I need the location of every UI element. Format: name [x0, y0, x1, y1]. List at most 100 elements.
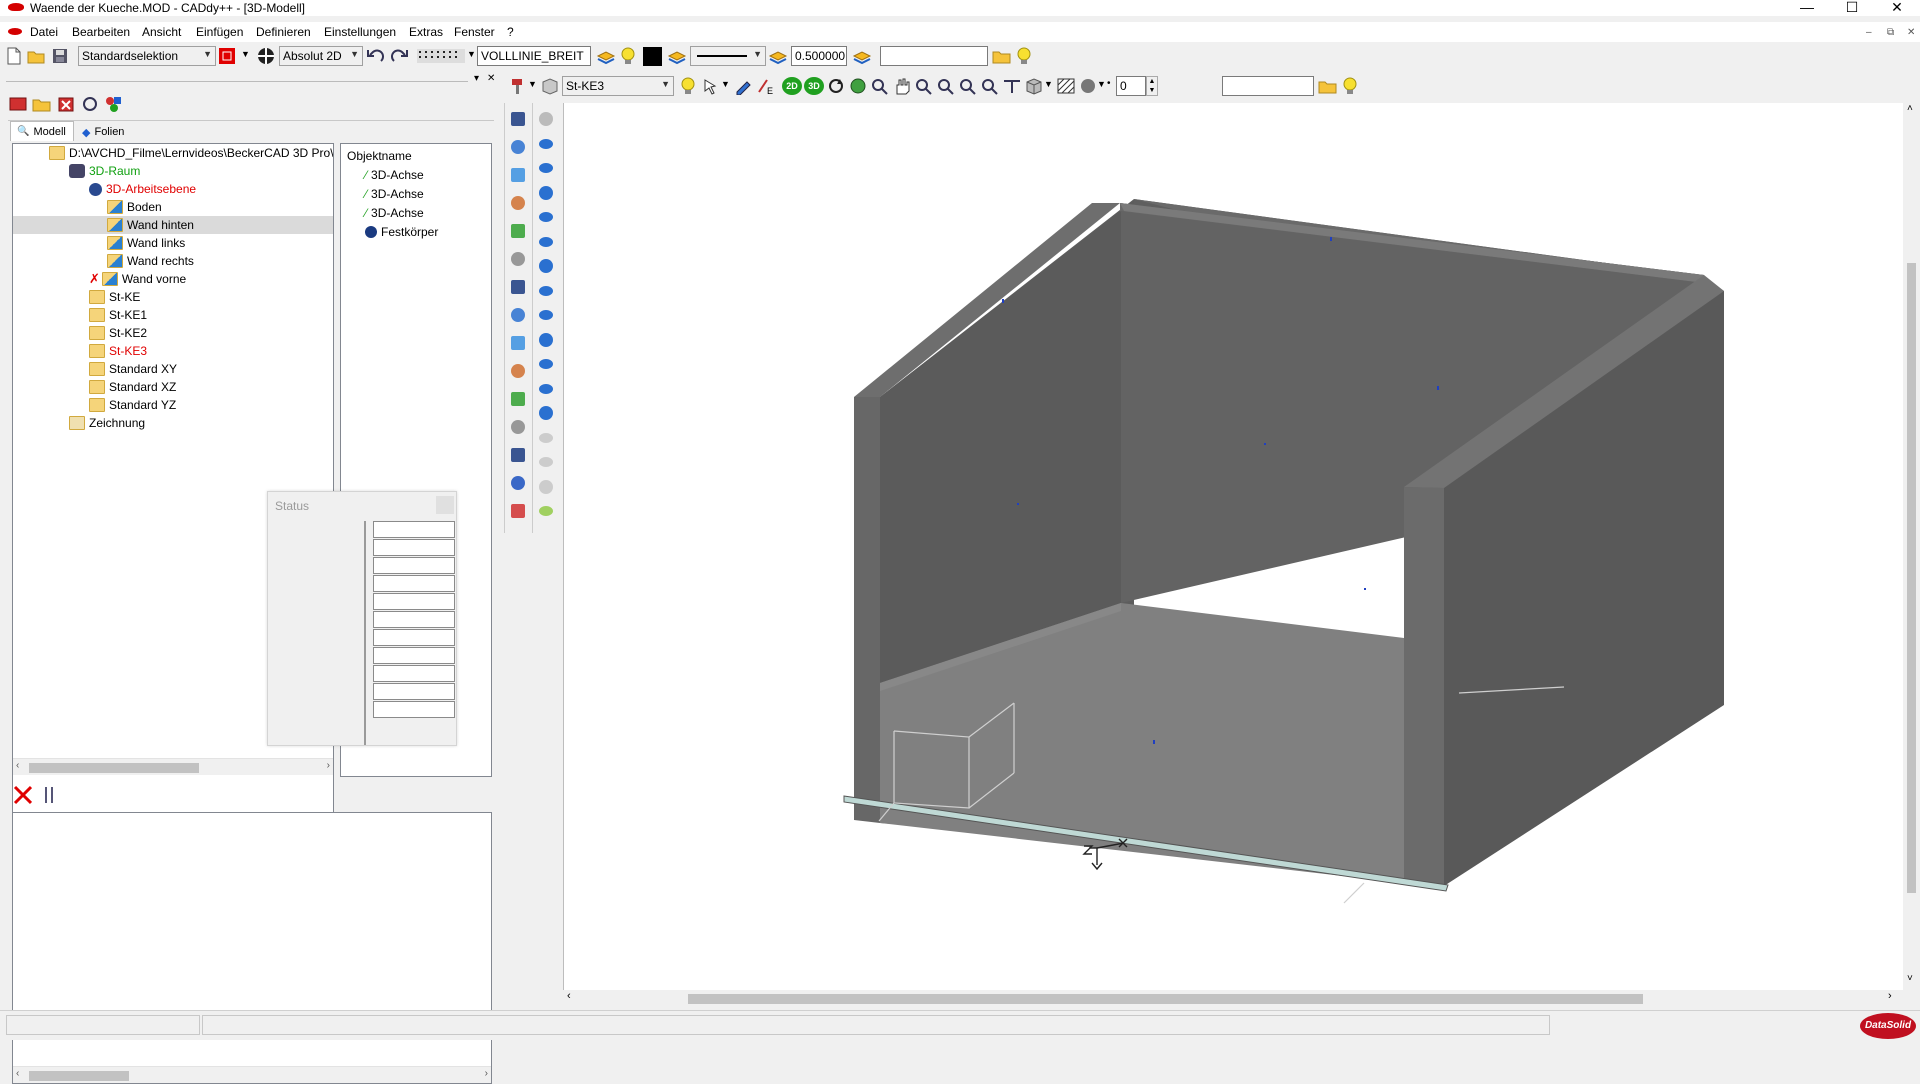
zoom-button[interactable] [914, 76, 934, 96]
viewport-vscrollbar[interactable]: ˄ ˅ [1903, 103, 1920, 990]
view-folder-button[interactable] [1318, 76, 1338, 96]
sweep-solid-button[interactable] [536, 379, 556, 399]
panel-tool-2[interactable] [32, 94, 52, 114]
grid-button[interactable] [416, 46, 468, 66]
rotate-view-button[interactable] [826, 76, 846, 96]
tree-3d-raum[interactable]: 3D-Raum [69, 162, 140, 180]
edit-text-tool-button[interactable] [508, 417, 528, 437]
scroll-down-icon[interactable]: ˅ [1907, 973, 1913, 984]
scroll-right-icon[interactable]: › [327, 760, 330, 771]
mdi-close-button[interactable]: ✕ [1907, 27, 1915, 38]
properties-button[interactable] [40, 785, 60, 805]
cylinder-solid-button[interactable] [536, 158, 556, 178]
chevron-down-icon[interactable]: ▼ [241, 49, 250, 59]
tree-folder-standard-yz[interactable]: Standard YZ [89, 396, 176, 414]
snap-button[interactable] [256, 46, 276, 66]
layer-e-button[interactable]: E [756, 76, 776, 96]
parallel-tool-tool-button[interactable] [508, 249, 528, 269]
panel-tool-3[interactable] [56, 94, 76, 114]
3d-model-canvas[interactable] [564, 103, 1904, 990]
menu-datei[interactable]: Datei [30, 25, 58, 39]
view-bulb-button[interactable] [1340, 76, 1360, 96]
panel-tool-5[interactable] [104, 94, 124, 114]
layer-visibility-button[interactable] [1014, 46, 1034, 66]
zoom-dynamic-button[interactable] [936, 76, 956, 96]
cone-solid-button[interactable] [536, 232, 556, 252]
boolean-sub-button[interactable] [536, 452, 556, 472]
save-button[interactable] [50, 46, 70, 66]
boolean-int-button[interactable] [536, 477, 556, 497]
torus-solid-button[interactable] [536, 207, 556, 227]
chevron-down-icon[interactable]: ▼ [721, 79, 730, 89]
chevron-down-icon[interactable]: ▼ [1044, 79, 1053, 89]
properties-scrollbar[interactable]: ‹ › [13, 1066, 491, 1083]
object-item[interactable]: ⁄ 3D-Achse [365, 204, 424, 222]
eraser-tool-button[interactable] [508, 501, 528, 521]
panel-tool-1[interactable] [8, 94, 28, 114]
select-arrow-tool-button[interactable] [508, 109, 528, 129]
3d-viewport[interactable] [563, 103, 1903, 990]
linetype-field[interactable]: VOLLLINIE_BREIT [477, 46, 591, 66]
object-item[interactable]: ⁄ 3D-Achse [365, 185, 424, 203]
zoom-previous-button[interactable] [980, 76, 1000, 96]
layer-bulb-button[interactable] [678, 76, 698, 96]
folder-layer-button[interactable] [992, 46, 1012, 66]
ring-solid-button[interactable] [536, 256, 556, 276]
delete-button[interactable] [12, 785, 32, 805]
scroll-right-icon[interactable]: › [485, 1068, 488, 1079]
scroll-up-icon[interactable]: ˄ [1907, 103, 1913, 114]
scroll-thumb[interactable] [29, 1071, 129, 1081]
boolean-union-button[interactable] [536, 428, 556, 448]
selection-mode-select[interactable]: Standardselektion ▼ [78, 46, 216, 66]
layer-box-button[interactable] [540, 76, 560, 96]
tree-folder-st-ke2[interactable]: St-KE2 [89, 324, 147, 342]
viewport-hscrollbar[interactable]: ‹ › [563, 990, 1903, 1007]
scroll-thumb[interactable] [1907, 263, 1916, 893]
tab-modell[interactable]: 🔍 Modell [10, 121, 74, 141]
menu-extras[interactable]: Extras [409, 25, 443, 39]
view-2d-button[interactable]: 2D [782, 76, 802, 96]
view-cube-button[interactable] [1024, 76, 1044, 96]
zoom-window-button[interactable] [870, 76, 890, 96]
grid-snap-tool-button[interactable] [508, 361, 528, 381]
chevron-down-icon[interactable]: ▼ [467, 49, 476, 59]
line-style-select[interactable]: ▼ [690, 46, 766, 66]
dotted-axis-tool-button[interactable] [508, 333, 528, 353]
new-file-button[interactable] [4, 46, 24, 66]
tree-folder-st-ke[interactable]: St-KE [89, 288, 140, 306]
status-close-button[interactable] [436, 496, 454, 514]
green-pen-tool-button[interactable] [508, 305, 528, 325]
color-swatch[interactable] [643, 47, 662, 66]
spin-buttons[interactable]: ▲ ▼ [1146, 76, 1158, 96]
mdi-minimize-button[interactable]: – [1866, 27, 1872, 38]
rotate-tool-tool-button[interactable] [508, 165, 528, 185]
scroll-left-icon[interactable]: ‹ [567, 990, 571, 1002]
layer-light-button[interactable] [618, 46, 638, 66]
object-item[interactable]: ⁄ 3D-Achse [365, 166, 424, 184]
menu-einstellungen[interactable]: Einstellungen [324, 25, 396, 39]
mdi-restore-button[interactable]: ⧉ [1887, 27, 1894, 38]
tree-folder-st-ke1[interactable]: St-KE1 [89, 306, 147, 324]
sphere-tool-tool-button[interactable] [508, 137, 528, 157]
elevation-spin-field[interactable]: 0 [1116, 76, 1146, 96]
tree-item-wand-vorne[interactable]: ✗ Wand vorne [89, 270, 186, 288]
info-tool-button[interactable] [508, 473, 528, 493]
zoom-all-button[interactable] [958, 76, 978, 96]
line-layer-button[interactable] [667, 46, 687, 66]
box-solid-button[interactable] [536, 134, 556, 154]
redo-button[interactable] [389, 46, 409, 66]
active-layer-select[interactable]: St-KE3 ▼ [562, 76, 674, 96]
coord-mode-select[interactable]: Absolut 2D ▼ [279, 46, 363, 66]
scroll-right-icon[interactable]: › [1888, 990, 1892, 1002]
rotate-copy-tool-button[interactable] [508, 277, 528, 297]
layer-text-field[interactable] [880, 46, 988, 66]
menu-bearbeiten[interactable]: Bearbeiten [72, 25, 130, 39]
close-button[interactable]: ✕ [1874, 0, 1920, 16]
pencil-tool-tool-button[interactable] [508, 221, 528, 241]
layer-edit-button[interactable] [734, 76, 754, 96]
width-layer-button[interactable] [768, 46, 788, 66]
hatch-button[interactable] [1056, 76, 1076, 96]
scroll-left-icon[interactable]: ‹ [16, 1068, 19, 1079]
object-item[interactable]: Festkörper [365, 223, 438, 241]
menu-help[interactable]: ? [507, 25, 514, 39]
